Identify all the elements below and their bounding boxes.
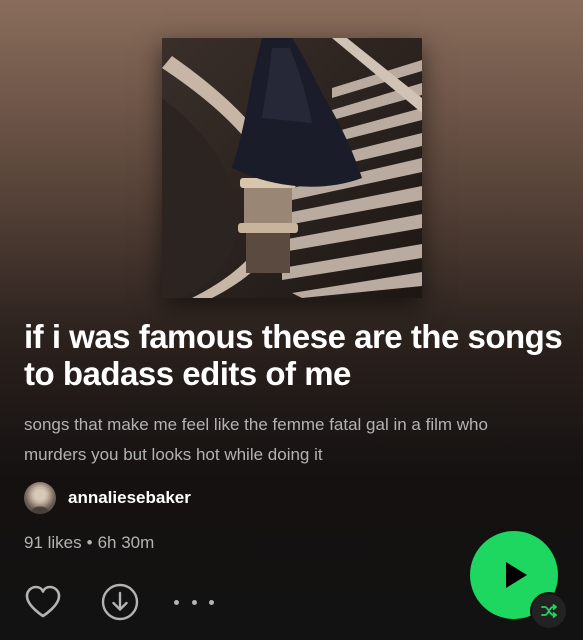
playlist-title: if i was famous these are the songs to b…	[24, 318, 563, 392]
avatar-image	[30, 489, 50, 514]
playlist-owner[interactable]: annaliesebaker	[24, 482, 191, 514]
playlist-stats: 91 likes • 6h 30m	[24, 533, 154, 553]
playlist-duration: 6h 30m	[97, 533, 155, 552]
more-options-button[interactable]	[174, 592, 214, 612]
separator-dot: •	[86, 533, 93, 552]
owner-name[interactable]: annaliesebaker	[68, 488, 191, 508]
playlist-cover-image	[162, 38, 422, 298]
likes-count: 91 likes	[24, 533, 82, 552]
avatar[interactable]	[24, 482, 56, 514]
download-icon	[101, 583, 139, 621]
more-options-icon	[191, 599, 197, 605]
like-button[interactable]	[24, 585, 62, 619]
playlist-description: songs that make me feel like the femme f…	[24, 415, 488, 464]
action-bar	[24, 582, 214, 622]
download-button[interactable]	[100, 582, 140, 622]
shuffle-icon	[541, 604, 557, 618]
more-options-icon	[209, 599, 214, 605]
play-icon	[506, 562, 527, 588]
more-options-icon	[174, 599, 179, 605]
cover-art	[162, 38, 422, 298]
shuffle-button[interactable]	[530, 592, 568, 630]
heart-icon	[25, 585, 61, 618]
